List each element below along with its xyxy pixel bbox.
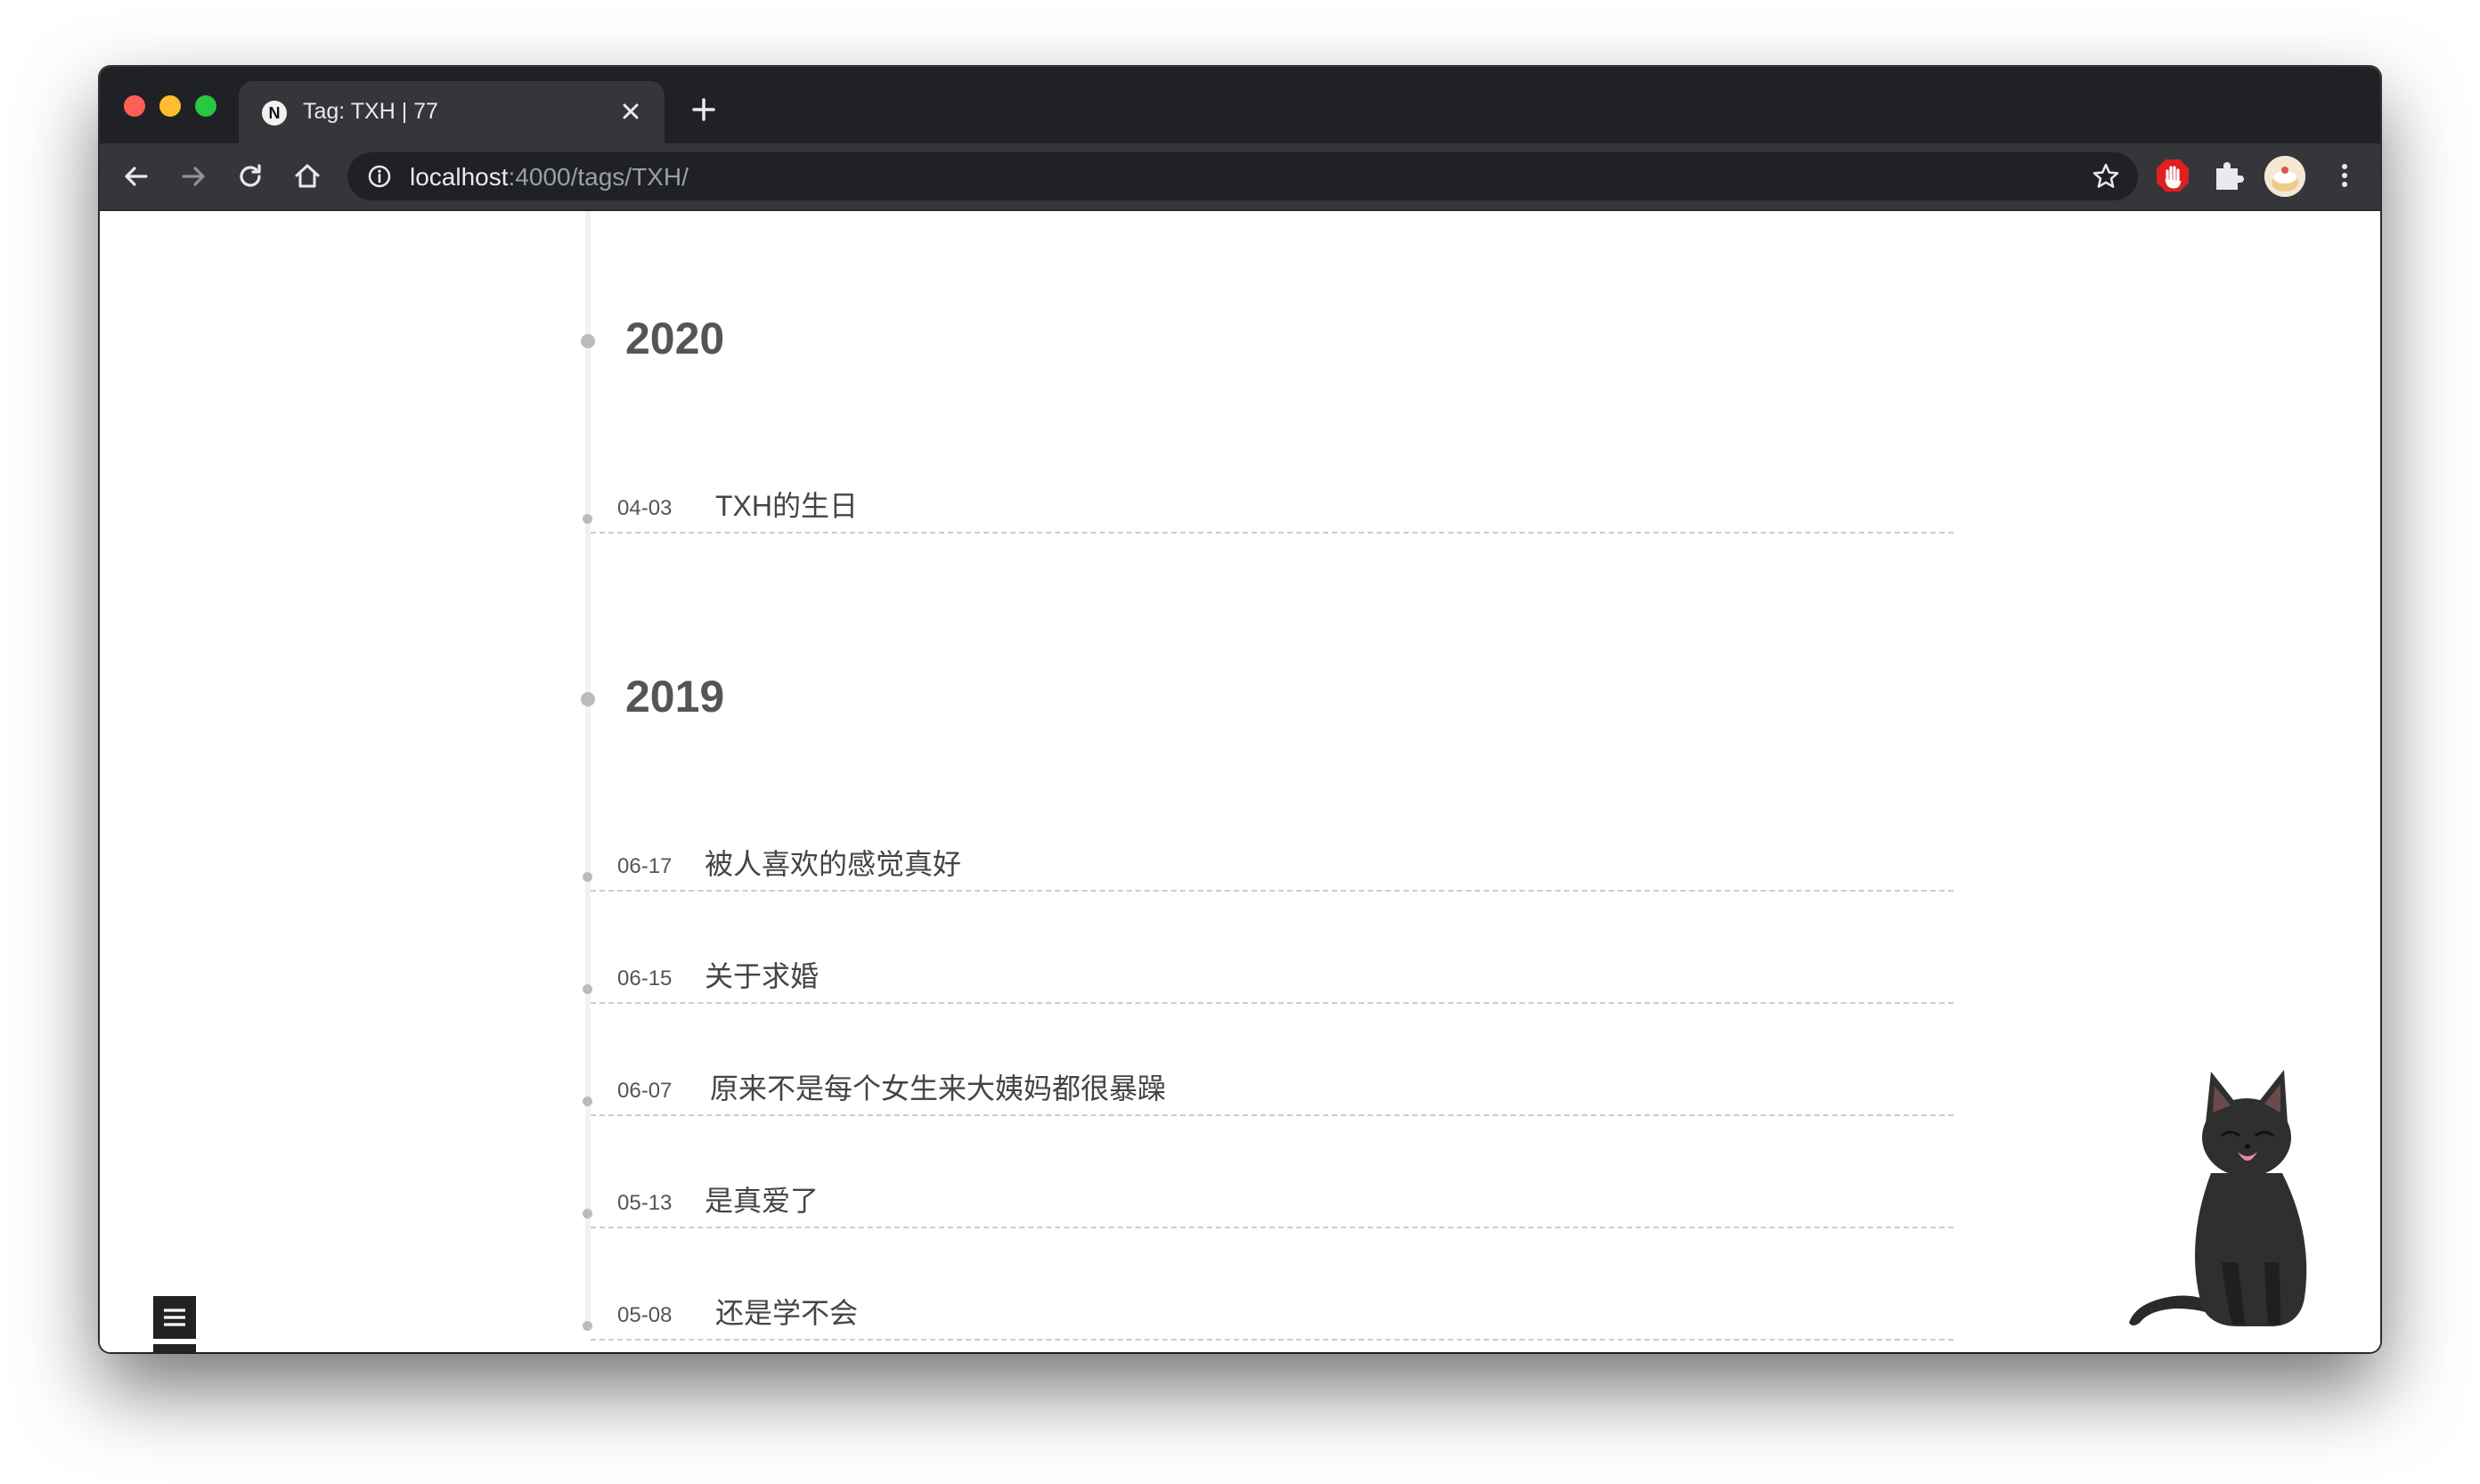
post-date: 05-08 xyxy=(617,1303,673,1327)
post-title-link[interactable]: 被人喜欢的感觉真好 xyxy=(705,842,961,883)
kebab-menu-icon[interactable] xyxy=(2327,158,2362,193)
arrow-left-icon xyxy=(125,167,148,186)
url-host: localhost xyxy=(410,163,509,191)
post-title-link[interactable]: 关于求婚 xyxy=(705,954,819,995)
close-window-button[interactable] xyxy=(124,95,145,117)
hamburger-icon xyxy=(164,1309,185,1326)
home-icon xyxy=(295,164,320,188)
reload-button[interactable] xyxy=(230,156,271,197)
post-title-link[interactable]: TXH的生日 xyxy=(715,484,858,525)
new-tab-button[interactable] xyxy=(684,90,723,129)
post-date: 04-03 xyxy=(617,496,673,520)
stop-hand-icon[interactable] xyxy=(2155,158,2190,193)
post-date: 06-07 xyxy=(617,1079,673,1103)
post-title-link[interactable]: 是真爱了 xyxy=(705,1178,819,1219)
screen: N Tag: TXH | 77 localhost:4000/tags/TXH/… xyxy=(0,0,2480,1484)
year-dot xyxy=(581,334,595,348)
post-item[interactable]: 05-08 还是学不会 xyxy=(591,1297,1954,1341)
back-to-top-button[interactable] xyxy=(153,1344,196,1352)
browser-window: N Tag: TXH | 77 localhost:4000/tags/TXH/… xyxy=(100,67,2380,1352)
reload-icon xyxy=(240,164,261,187)
post-date: 05-13 xyxy=(617,1191,673,1215)
minimize-window-button[interactable] xyxy=(159,95,181,117)
timeline-line xyxy=(585,211,591,1329)
puzzle-icon[interactable] xyxy=(2211,158,2247,193)
year-heading: 2019 xyxy=(625,672,725,722)
black-cat-mascot[interactable] xyxy=(2122,1066,2327,1333)
forward-button[interactable] xyxy=(173,156,214,197)
home-button[interactable] xyxy=(287,156,328,197)
arrow-right-icon xyxy=(182,167,205,186)
back-button[interactable] xyxy=(116,156,157,197)
sidebar-toggle-button[interactable] xyxy=(153,1296,196,1339)
tab-favicon-icon: N xyxy=(262,101,287,126)
tab-title: Tag: TXH | 77 xyxy=(303,99,438,124)
post-date: 06-15 xyxy=(617,966,673,991)
post-item[interactable]: 06-17 被人喜欢的感觉真好 xyxy=(591,848,1954,892)
post-item[interactable]: 06-15 关于求婚 xyxy=(591,960,1954,1004)
maximize-window-button[interactable] xyxy=(195,95,216,117)
url-path: :4000/tags/TXH/ xyxy=(508,163,689,191)
year-heading: 2020 xyxy=(625,314,725,363)
tab-close-icon[interactable] xyxy=(615,95,647,127)
star-icon[interactable] xyxy=(2092,162,2120,191)
post-title-link[interactable]: 原来不是每个女生来大姨妈都很暴躁 xyxy=(710,1066,1166,1107)
post-title-link[interactable]: 还是学不会 xyxy=(715,1291,858,1332)
browser-toolbar: localhost:4000/tags/TXH/ xyxy=(100,143,2380,211)
year-dot xyxy=(581,692,595,706)
page-content: 2020 04-03 TXH的生日 2019 06-17 被人喜欢的感觉真好 0… xyxy=(100,211,2380,1352)
url-text: localhost:4000/tags/TXH/ xyxy=(410,163,689,192)
title-bar: N Tag: TXH | 77 xyxy=(100,67,2380,145)
post-item[interactable]: 05-13 是真爱了 xyxy=(591,1185,1954,1228)
post-item[interactable]: 04-03 TXH的生日 xyxy=(591,490,1954,534)
address-bar[interactable]: localhost:4000/tags/TXH/ xyxy=(347,152,2138,200)
browser-tab-active[interactable]: N Tag: TXH | 77 xyxy=(239,81,665,145)
post-item[interactable]: 06-07 原来不是每个女生来大姨妈都很暴躁 xyxy=(591,1072,1954,1116)
avatar[interactable] xyxy=(2264,156,2305,197)
info-icon[interactable] xyxy=(367,164,392,189)
post-date: 06-17 xyxy=(617,854,673,878)
